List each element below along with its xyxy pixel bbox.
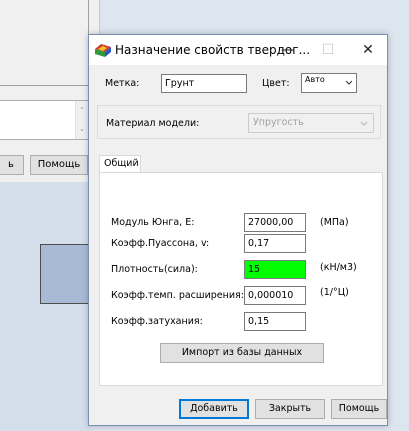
maximize-icon: ☐: [321, 42, 335, 58]
chevron-down-icon: [360, 121, 368, 126]
scroll-down-icon[interactable]: ⌄: [79, 125, 85, 133]
material-select-value: Упругость: [253, 117, 304, 128]
property-label: Плотность(сила):: [111, 264, 198, 275]
help-button[interactable]: Помощь: [331, 399, 387, 419]
property-value-field[interactable]: 15: [244, 260, 306, 279]
label-field[interactable]: Грунт: [161, 74, 247, 93]
color-label: Цвет:: [262, 78, 290, 89]
background-divider: [0, 85, 88, 86]
property-value-field[interactable]: 0,15: [244, 312, 306, 331]
minimize-icon: —: [281, 42, 295, 58]
tab-general[interactable]: Общий: [99, 155, 141, 173]
property-label: Коэфф.Пуассона, v:: [111, 238, 210, 249]
background-shape: [40, 244, 92, 304]
property-label: Модуль Юнга, E:: [111, 217, 195, 228]
chevron-down-icon: [345, 80, 353, 85]
scroll-up-icon[interactable]: ⌃: [79, 106, 85, 114]
property-unit: (кН/м3): [320, 262, 357, 273]
property-label: Коэфф.темп. расширения:: [111, 290, 244, 301]
property-unit: (1/°Ц): [320, 287, 349, 298]
close-button[interactable]: Закрыть: [255, 399, 325, 419]
general-tab-page: Модуль Юнга, E: 27000,00 (МПа) Коэфф.Пуассо…: [99, 172, 383, 386]
add-button[interactable]: Добавить: [179, 399, 249, 419]
material-select: Упругость: [248, 113, 374, 133]
minimize-button[interactable]: —: [269, 35, 307, 65]
background-scrollbar[interactable]: ⌃ ⌄: [75, 101, 89, 139]
background-help-button[interactable]: Помощь: [30, 155, 88, 175]
property-unit: (МПа): [320, 217, 349, 228]
material-group: Материал модели: Упругость: [97, 105, 381, 139]
close-window-button[interactable]: ✕: [349, 35, 387, 65]
color-select[interactable]: Авто: [301, 73, 357, 93]
label-label: Метка:: [105, 78, 140, 89]
property-value-field[interactable]: 27000,00: [244, 213, 306, 232]
background-list[interactable]: ⌃ ⌄: [0, 100, 90, 140]
properties-dialog: Назначение свойств твердог... — ☐ ✕ Метк…: [88, 34, 388, 426]
background-panel: ⌃ ⌄ ь Помощь: [0, 0, 100, 182]
property-label: Коэфф.затухания:: [111, 316, 203, 327]
import-from-database-button[interactable]: Импорт из базы данных: [160, 343, 324, 363]
property-value-field[interactable]: 0,17: [244, 234, 306, 253]
color-select-value: Авто: [305, 75, 325, 84]
material-label: Материал модели:: [106, 118, 200, 129]
close-icon: ✕: [362, 42, 374, 58]
app-icon: [95, 44, 111, 57]
property-value-field[interactable]: 0,000010: [244, 286, 306, 305]
background-ok-button[interactable]: ь: [0, 155, 24, 175]
maximize-button[interactable]: ☐: [309, 35, 347, 65]
title-bar[interactable]: Назначение свойств твердог... — ☐ ✕: [89, 35, 387, 65]
